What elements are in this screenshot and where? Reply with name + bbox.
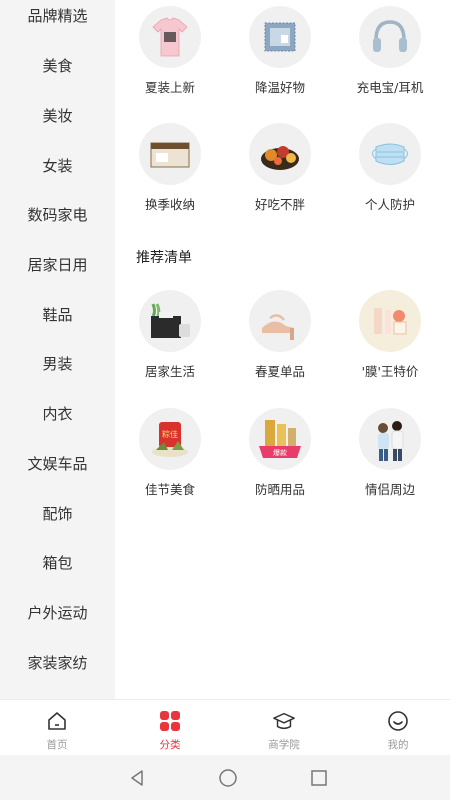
category-cell-storage[interactable]: 换季收纳 bbox=[115, 123, 225, 233]
facial-mask-icon bbox=[359, 290, 421, 352]
sidebar-item-label: 女装 bbox=[42, 156, 73, 175]
category-cell-summer-wear[interactable]: 夏装上新 bbox=[115, 6, 225, 116]
cooling-pad-icon bbox=[249, 6, 311, 68]
sidebar-item-label: 美食 bbox=[42, 56, 73, 75]
home-icon bbox=[45, 709, 69, 733]
sidebar-item-label: 文娱车品 bbox=[27, 454, 88, 473]
sidebar-item-label: 配饰 bbox=[42, 504, 73, 523]
zongzi-icon: 粽佳 bbox=[139, 408, 201, 470]
sidebar-item-label: 男装 bbox=[42, 354, 73, 373]
sidebar-item-furnishing[interactable]: 家装家纺 bbox=[0, 637, 115, 687]
category-cell-cooling[interactable]: 降温好物 bbox=[225, 6, 335, 116]
tshirt-icon bbox=[139, 6, 201, 68]
category-cell-protection[interactable]: 个人防护 bbox=[335, 123, 445, 233]
recommend-cell-spring-summer[interactable]: 春夏单品 bbox=[225, 290, 335, 400]
recommend-cell-mask-deal[interactable]: '膜'王特价 bbox=[335, 290, 445, 400]
category-cell-snacks[interactable]: 好吃不胖 bbox=[225, 123, 335, 233]
category-content: 夏装上新 降温好物 充电宝/耳机 换季收纳 好吃不胖 个人防护 推荐清单 居家生… bbox=[115, 0, 450, 699]
sidebar-item-shoes[interactable]: 鞋品 bbox=[0, 289, 115, 339]
tissue-box-icon bbox=[139, 290, 201, 352]
tab-business-school[interactable]: 商学院 bbox=[228, 700, 340, 756]
headphones-icon bbox=[359, 6, 421, 68]
recents-icon[interactable] bbox=[306, 765, 332, 791]
tab-home[interactable]: 首页 bbox=[1, 700, 113, 756]
recommend-cell-festival-food[interactable]: 粽佳 佳节美食 bbox=[115, 408, 225, 518]
sidebar-item-digital[interactable]: 数码家电 bbox=[0, 189, 115, 239]
sidebar-item-home[interactable]: 居家日用 bbox=[0, 239, 115, 289]
sidebar-item-label: 居家日用 bbox=[27, 255, 88, 274]
app-root: 品牌精选 美食 美妆 女装 数码家电 居家日用 鞋品 男装 内衣 文娱车品 配饰… bbox=[0, 0, 450, 800]
cell-label: 个人防护 bbox=[364, 197, 415, 212]
cell-label: '膜'王特价 bbox=[361, 364, 419, 379]
sidebar-item-bags[interactable]: 箱包 bbox=[0, 537, 115, 587]
sidebar-item-beauty[interactable]: 美妆 bbox=[0, 90, 115, 140]
sidebar-item-brand[interactable]: 品牌精选 bbox=[0, 0, 115, 40]
cell-label: 情侣周边 bbox=[364, 482, 415, 497]
sidebar-item-women[interactable]: 女装 bbox=[0, 140, 115, 190]
sidebar-item-label: 鞋品 bbox=[42, 305, 73, 324]
back-icon[interactable] bbox=[124, 765, 150, 791]
tab-category[interactable]: 分类 bbox=[114, 700, 226, 756]
tab-profile[interactable]: 我的 bbox=[342, 700, 450, 756]
category-cell-powerbank[interactable]: 充电宝/耳机 bbox=[335, 6, 445, 116]
tab-label: 商学院 bbox=[268, 739, 300, 751]
sidebar-item-label: 户外运动 bbox=[27, 603, 88, 622]
sidebar-item-label: 内衣 bbox=[42, 404, 73, 423]
cell-label: 换季收纳 bbox=[144, 197, 195, 212]
sidebar-item-label: 品牌精选 bbox=[27, 6, 88, 25]
cell-label: 好吃不胖 bbox=[254, 197, 305, 212]
graduation-cap-icon bbox=[272, 709, 296, 733]
tab-label: 分类 bbox=[159, 739, 181, 751]
face-mask-icon bbox=[359, 123, 421, 185]
tab-label: 首页 bbox=[46, 739, 68, 751]
smiley-icon bbox=[386, 709, 410, 733]
cell-label: 防晒用品 bbox=[254, 482, 305, 497]
sidebar-item-label: 箱包 bbox=[42, 553, 73, 572]
sidebar-item-label: 美妆 bbox=[42, 106, 73, 125]
couple-icon bbox=[359, 408, 421, 470]
sidebar-item-label: 数码家电 bbox=[27, 205, 88, 224]
sunscreen-icon: 爆款 bbox=[249, 408, 311, 470]
storage-box-icon bbox=[139, 123, 201, 185]
sandal-icon bbox=[249, 290, 311, 352]
cell-label: 居家生活 bbox=[144, 364, 195, 379]
recommend-cell-couple[interactable]: 情侣周边 bbox=[335, 408, 445, 518]
zongzi-badge: 粽佳 bbox=[162, 429, 178, 439]
sidebar-item-underwear[interactable]: 内衣 bbox=[0, 388, 115, 438]
sidebar-item-men[interactable]: 男装 bbox=[0, 338, 115, 388]
dried-fruit-icon bbox=[249, 123, 311, 185]
category-icon bbox=[158, 709, 182, 733]
cell-label: 充电宝/耳机 bbox=[356, 80, 424, 95]
sidebar-item-outdoor[interactable]: 户外运动 bbox=[0, 587, 115, 637]
recommend-cell-sunscreen[interactable]: 爆款 防晒用品 bbox=[225, 408, 335, 518]
tab-label: 我的 bbox=[387, 739, 409, 751]
category-sidebar: 品牌精选 美食 美妆 女装 数码家电 居家日用 鞋品 男装 内衣 文娱车品 配饰… bbox=[0, 0, 115, 699]
cell-label: 春夏单品 bbox=[254, 364, 305, 379]
home-circle-icon[interactable] bbox=[215, 765, 241, 791]
sidebar-item-food[interactable]: 美食 bbox=[0, 40, 115, 90]
bottom-tab-bar: 首页 分类 商学院 我的 bbox=[0, 699, 450, 755]
sidebar-item-entertainment[interactable]: 文娱车品 bbox=[0, 438, 115, 488]
section-title: 推荐清单 bbox=[136, 250, 192, 266]
sunscreen-badge: 爆款 bbox=[273, 448, 287, 457]
cell-label: 夏装上新 bbox=[144, 80, 195, 95]
sidebar-item-accessories[interactable]: 配饰 bbox=[0, 488, 115, 538]
system-navigation-bar bbox=[0, 755, 450, 800]
cell-label: 佳节美食 bbox=[144, 482, 195, 497]
sidebar-item-label: 家装家纺 bbox=[27, 653, 88, 672]
recommend-cell-home-life[interactable]: 居家生活 bbox=[115, 290, 225, 400]
cell-label: 降温好物 bbox=[254, 80, 305, 95]
